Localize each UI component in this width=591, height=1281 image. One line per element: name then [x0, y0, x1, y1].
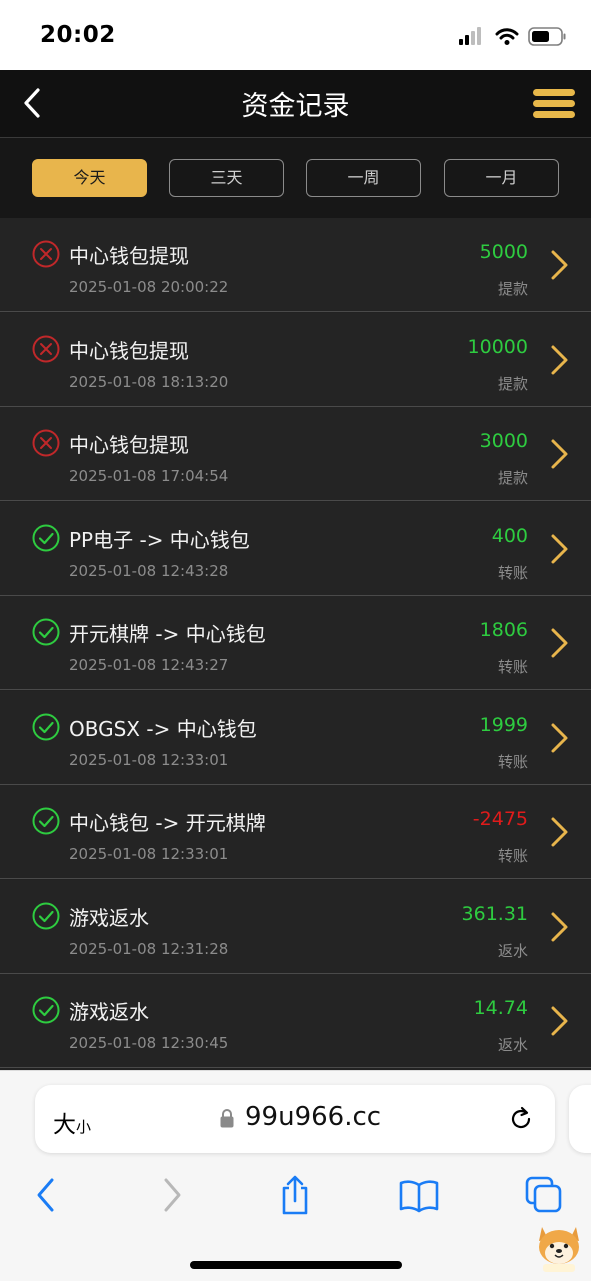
x-circle-icon [32, 240, 60, 268]
x-circle-icon [32, 429, 60, 457]
record-title: 游戏返水 [69, 1000, 149, 1024]
record-datetime: 2025-01-08 17:04:54 [69, 467, 229, 485]
chevron-right-icon [551, 250, 568, 280]
chevron-right-icon [551, 628, 568, 658]
record-type: 提款 [497, 280, 528, 298]
filter-month-button[interactable]: 一月 [444, 159, 559, 197]
record-amount: 14.74 [473, 997, 528, 1019]
record-type: 提款 [497, 469, 528, 487]
chevron-right-icon [551, 723, 568, 752]
filter-today-button[interactable]: 今天 [32, 159, 147, 197]
chevron-right-icon [551, 817, 568, 847]
chevron-right-icon [551, 1006, 568, 1036]
menu-icon[interactable] [533, 89, 575, 119]
record-datetime: 2025-01-08 12:31:28 [69, 939, 229, 958]
chevron-right-icon [551, 345, 568, 374]
filter-week-button[interactable]: 一周 [306, 159, 421, 197]
record-row[interactable]: 中心钱包提现 2025-01-08 17:04:54 3000 提款 [0, 407, 591, 501]
record-row[interactable]: 中心钱包提现 2025-01-08 20:00:22 5000 提款 [0, 218, 591, 312]
filter-three-days-button[interactable]: 三天 [169, 159, 284, 197]
record-datetime: 2025-01-08 20:00:22 [69, 278, 229, 296]
bookmarks-icon[interactable] [398, 1175, 440, 1215]
record-row[interactable]: OBGSX -> 中心钱包 2025-01-08 12:33:01 1999 转… [0, 690, 591, 785]
record-datetime: 2025-01-08 12:43:27 [69, 656, 229, 674]
record-amount: 3000 [479, 430, 528, 452]
record-amount: 5000 [479, 241, 528, 263]
check-circle-icon [32, 713, 60, 740]
signal-wifi-battery-icon [459, 27, 566, 46]
record-row[interactable]: 中心钱包 -> 开元棋牌 2025-01-08 12:33:01 -2475 转… [0, 785, 591, 879]
record-type: 返水 [497, 941, 528, 960]
record-title: PP电子 -> 中心钱包 [69, 527, 250, 552]
lock-icon [220, 1109, 234, 1128]
record-row[interactable]: 游戏返水 2025-01-08 12:30:45 14.74 返水 [0, 974, 591, 1068]
tabs-icon[interactable] [524, 1175, 564, 1215]
record-type: 转账 [497, 563, 528, 582]
reload-icon[interactable] [507, 1105, 535, 1133]
record-title: 开元棋牌 -> 中心钱包 [69, 622, 266, 646]
check-circle-icon [32, 524, 60, 551]
home-indicator [190, 1261, 402, 1269]
x-circle-icon [32, 335, 60, 362]
record-type: 提款 [497, 374, 528, 393]
record-title: 中心钱包提现 [69, 433, 189, 457]
share-icon[interactable] [278, 1175, 312, 1215]
record-title: 中心钱包 -> 开元棋牌 [69, 811, 266, 835]
chevron-right-icon [551, 534, 568, 563]
record-title: 游戏返水 [69, 905, 149, 930]
record-amount: 1806 [479, 619, 528, 641]
record-datetime: 2025-01-08 18:13:20 [69, 372, 229, 391]
record-amount: 361.31 [461, 902, 528, 925]
chevron-right-icon [551, 912, 568, 941]
address-bar[interactable]: 大小 99u966.cc [35, 1085, 555, 1153]
check-circle-icon [32, 996, 60, 1024]
record-amount: 10000 [467, 335, 528, 358]
record-row[interactable]: PP电子 -> 中心钱包 2025-01-08 12:43:28 400 转账 [0, 501, 591, 596]
record-title: 中心钱包提现 [69, 244, 189, 268]
page-title: 资金记录 [241, 91, 350, 122]
record-row[interactable]: 开元棋牌 -> 中心钱包 2025-01-08 12:43:27 1806 转账 [0, 596, 591, 690]
status-bar: 20:02 [0, 0, 591, 70]
record-type: 转账 [497, 847, 528, 865]
status-icons [459, 26, 569, 48]
record-datetime: 2025-01-08 12:30:45 [69, 1034, 229, 1052]
record-type: 转账 [497, 752, 528, 771]
record-type: 转账 [497, 658, 528, 676]
app-header: 资金记录 [0, 70, 591, 138]
record-datetime: 2025-01-08 12:43:28 [69, 561, 229, 580]
check-circle-icon [32, 807, 60, 835]
browser-forward-icon[interactable] [160, 1175, 184, 1215]
next-tab-address-bar[interactable] [569, 1085, 591, 1153]
text-size-large-label: 大 [53, 1112, 76, 1138]
record-amount: -2475 [472, 808, 528, 830]
shiba-dog-sticker-icon [539, 1227, 579, 1272]
record-type: 返水 [497, 1036, 528, 1054]
date-filter-bar: 今天 三天 一周 一月 [0, 138, 591, 218]
record-row[interactable]: 中心钱包提现 2025-01-08 18:13:20 10000 提款 [0, 312, 591, 407]
record-datetime: 2025-01-08 12:33:01 [69, 845, 229, 863]
url-text: 99u966.cc [245, 1102, 382, 1132]
record-amount: 1999 [479, 713, 528, 736]
record-title: 中心钱包提现 [69, 338, 189, 363]
text-size-button[interactable]: 大小 [53, 1105, 91, 1139]
record-list: 中心钱包提现 2025-01-08 20:00:22 5000 提款 中心钱包提… [0, 218, 591, 1070]
record-amount: 400 [491, 524, 528, 547]
text-size-small-label: 小 [76, 1118, 92, 1136]
browser-back-icon[interactable] [34, 1175, 58, 1215]
check-circle-icon [32, 618, 60, 646]
record-row[interactable]: 游戏返水 2025-01-08 12:31:28 361.31 返水 [0, 879, 591, 974]
record-datetime: 2025-01-08 12:33:01 [69, 750, 229, 769]
record-title: OBGSX -> 中心钱包 [69, 716, 257, 741]
browser-toolbar: 大小 99u966.cc [0, 1070, 591, 1281]
check-circle-icon [32, 902, 60, 929]
status-time: 20:02 [40, 22, 116, 48]
chevron-right-icon [551, 439, 568, 469]
